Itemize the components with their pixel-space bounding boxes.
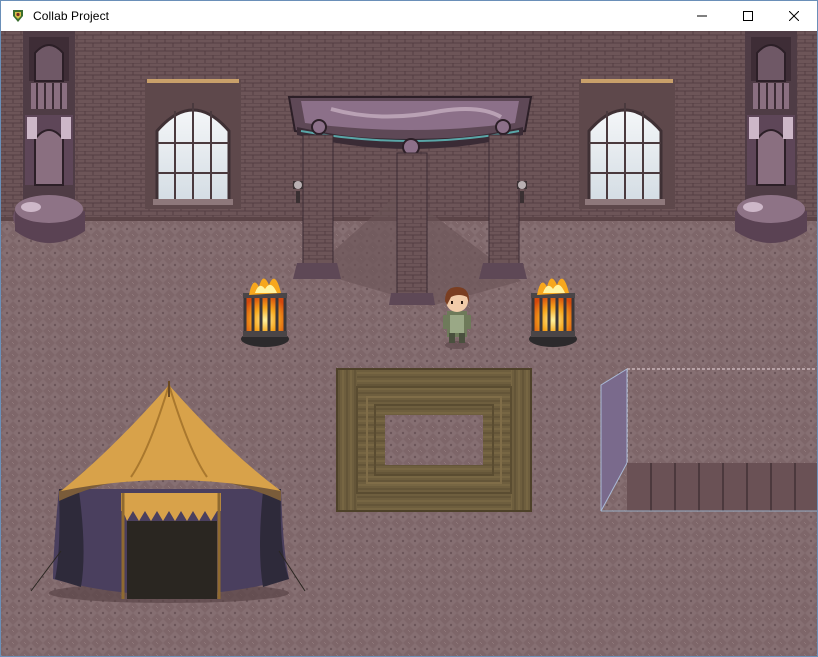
close-icon — [789, 11, 799, 21]
window-title: Collab Project — [33, 9, 110, 23]
close-button[interactable] — [771, 1, 817, 31]
ornate-pillar-right — [735, 31, 807, 243]
window-controls — [679, 1, 817, 31]
game-viewport[interactable] — [1, 31, 817, 656]
stone-pavilion — [287, 96, 533, 306]
castle-window-left — [145, 79, 241, 209]
minimize-button[interactable] — [679, 1, 725, 31]
ornate-pillar-left — [13, 31, 85, 243]
maximize-icon — [743, 11, 753, 21]
wooden-floor-mat — [336, 368, 532, 512]
app-window: Collab Project — [0, 0, 818, 657]
castle-window-right — [579, 79, 675, 209]
title-bar[interactable]: Collab Project — [1, 1, 817, 31]
rpg-maker-icon — [13, 10, 23, 22]
minimize-icon — [697, 15, 707, 17]
raised-stone-platform — [600, 368, 817, 512]
game-scene — [1, 31, 817, 656]
maximize-button[interactable] — [725, 1, 771, 31]
